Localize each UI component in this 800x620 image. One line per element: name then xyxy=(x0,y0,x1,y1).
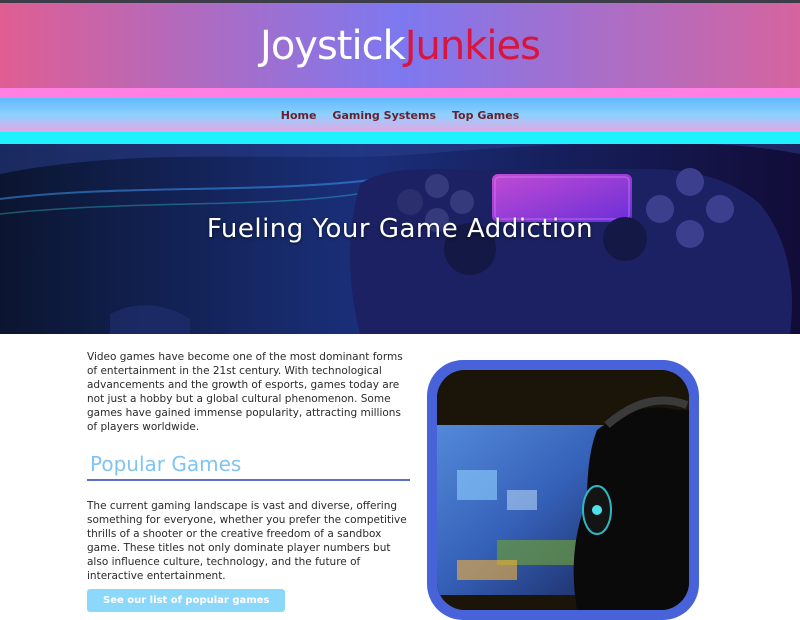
hero-title: Fueling Your Game Addiction xyxy=(206,214,594,244)
main-nav: Home Gaming Systems Top Games xyxy=(0,98,800,132)
pink-stripe xyxy=(0,88,800,98)
nav-top-games[interactable]: Top Games xyxy=(452,109,519,122)
cyan-stripe xyxy=(0,132,800,144)
nav-home[interactable]: Home xyxy=(281,109,317,122)
headphones-gamer-photo xyxy=(437,370,689,610)
popular-games-button[interactable]: See our list of popular games xyxy=(87,589,286,612)
site-logo[interactable]: JoystickJunkies xyxy=(260,22,541,69)
logo-joystick: Joystick xyxy=(260,22,406,69)
site-header: JoystickJunkies xyxy=(0,3,800,88)
text-column: Video games have become one of the most … xyxy=(87,350,410,612)
section-paragraph: The current gaming landscape is vast and… xyxy=(87,500,407,582)
photo-frame xyxy=(427,360,699,620)
hero-banner: Fueling Your Game Addiction xyxy=(0,144,800,334)
main-content: Video games have become one of the most … xyxy=(0,334,800,620)
logo-junkies: Junkies xyxy=(404,22,541,69)
gamer-illustration xyxy=(437,370,689,610)
section-heading: Popular Games xyxy=(87,452,410,481)
intro-paragraph: Video games have become one of the most … xyxy=(87,351,403,433)
nav-gaming-systems[interactable]: Gaming Systems xyxy=(332,109,436,122)
